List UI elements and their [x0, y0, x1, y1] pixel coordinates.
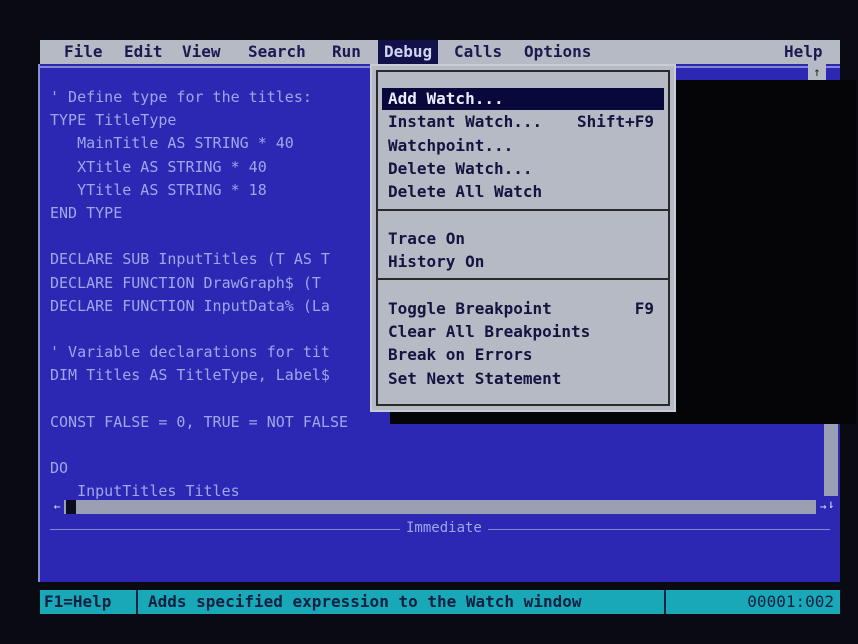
menu-debug[interactable]: Debug: [378, 40, 439, 64]
dos-screen: File Edit View Search Run Debug Calls Op…: [0, 0, 858, 644]
status-divider: [136, 590, 138, 614]
code-line[interactable]: ' Define type for the titles:: [50, 86, 348, 109]
menu-item-label: Delete Watch...: [388, 158, 533, 178]
code-line[interactable]: END TYPE: [50, 202, 348, 225]
menu-help[interactable]: Help: [784, 40, 823, 64]
menu-run[interactable]: Run: [332, 40, 361, 64]
status-bar: F1=Help Adds specified expression to the…: [40, 590, 840, 614]
code-line[interactable]: [50, 387, 348, 410]
menu-edit[interactable]: Edit: [124, 40, 163, 64]
menu-item-label: Break on Errors: [388, 345, 533, 365]
menu-item-add-watch[interactable]: Add Watch...: [382, 88, 664, 110]
menu-item-watchpoint[interactable]: Watchpoint...: [382, 135, 664, 157]
menu-item-label: Trace On: [388, 228, 466, 248]
immediate-title: Immediate: [400, 520, 488, 536]
menu-item-delete-watch[interactable]: Delete Watch...: [382, 158, 664, 180]
code-line[interactable]: DECLARE SUB InputTitles (T AS T: [50, 248, 348, 271]
status-description: Adds specified expression to the Watch w…: [148, 592, 582, 611]
menu-divider: [376, 278, 670, 281]
menu-divider: [376, 208, 670, 211]
immediate-window[interactable]: Immediate: [38, 516, 840, 582]
code-line[interactable]: YTitle AS STRING * 18: [50, 179, 348, 202]
menu-item-history-on[interactable]: History On: [382, 251, 664, 273]
menu-bar: File Edit View Search Run Debug Calls Op…: [40, 40, 840, 64]
scroll-left-icon[interactable]: ←: [50, 500, 64, 514]
code-line[interactable]: TYPE TitleType: [50, 109, 348, 132]
f1-help-hint[interactable]: F1=Help: [44, 590, 111, 614]
menu-item-trace-on[interactable]: Trace On: [382, 228, 664, 250]
code-line[interactable]: CONST FALSE = 0, TRUE = NOT FALSE: [50, 411, 348, 434]
horizontal-scrollbar[interactable]: ← →: [50, 500, 830, 514]
menu-item-set-next-statement[interactable]: Set Next Statement: [382, 368, 664, 390]
code-line[interactable]: DECLARE FUNCTION DrawGraph$ (TN%): [50, 272, 727, 295]
menu-item-label: Toggle Breakpoint: [388, 298, 552, 318]
menu-item-shortcut: Shift+F9: [576, 112, 654, 132]
menu-item-break-on-errors[interactable]: Break on Errors: [382, 344, 664, 366]
menu-item-delete-all-watch[interactable]: Delete All Watch: [382, 181, 664, 203]
menu-item-label: Delete All Watch: [388, 182, 543, 202]
code-line[interactable]: [50, 225, 348, 248]
debug-menu: Add Watch... Instant Watch... Shift+F9 Watc…: [370, 64, 676, 412]
menu-item-label: History On: [388, 252, 485, 272]
menu-file[interactable]: File: [64, 40, 103, 64]
code-line[interactable]: DECLARE FUNCTION InputData% (La: [50, 295, 348, 318]
menu-item-label: Add Watch...: [388, 89, 504, 108]
code-area[interactable]: ' Define type for the titles: TYPE TitleT…: [50, 86, 727, 503]
menu-item-label: Watchpoint...: [388, 135, 514, 155]
code-line[interactable]: DO: [50, 457, 348, 480]
code-line[interactable]: ' Variable declarations for tit: [50, 341, 348, 364]
scroll-thumb[interactable]: [66, 500, 76, 514]
menu-search[interactable]: Search: [248, 40, 306, 64]
menu-item-shortcut: F9: [634, 298, 654, 318]
menu-item-label: Clear All Breakpoints: [388, 322, 591, 341]
menu-item-instant-watch[interactable]: Instant Watch... Shift+F9: [382, 111, 664, 133]
code-line[interactable]: [50, 318, 348, 341]
menu-options[interactable]: Options: [524, 40, 591, 64]
menu-item-label: Set Next Statement: [388, 368, 562, 388]
status-divider: [664, 590, 666, 614]
scroll-right-icon[interactable]: →: [816, 500, 830, 514]
menu-view[interactable]: View: [182, 40, 221, 64]
maximize-icon[interactable]: ↑: [808, 62, 826, 82]
cursor-position: 00001:002: [747, 592, 834, 611]
code-line[interactable]: MainTitle AS STRING * 40: [50, 132, 348, 155]
menu-item-clear-all-breakpoints[interactable]: Clear All Breakpoints: [382, 321, 664, 343]
menu-calls[interactable]: Calls: [454, 40, 502, 64]
code-line[interactable]: DIM Titles AS TitleType, Label$: [50, 364, 348, 387]
code-line[interactable]: XTitle AS STRING * 40: [50, 156, 348, 179]
menu-item-toggle-breakpoint[interactable]: Toggle Breakpoint F9: [382, 298, 664, 320]
menu-item-label: Instant Watch...: [388, 112, 543, 132]
code-line[interactable]: [50, 434, 348, 457]
